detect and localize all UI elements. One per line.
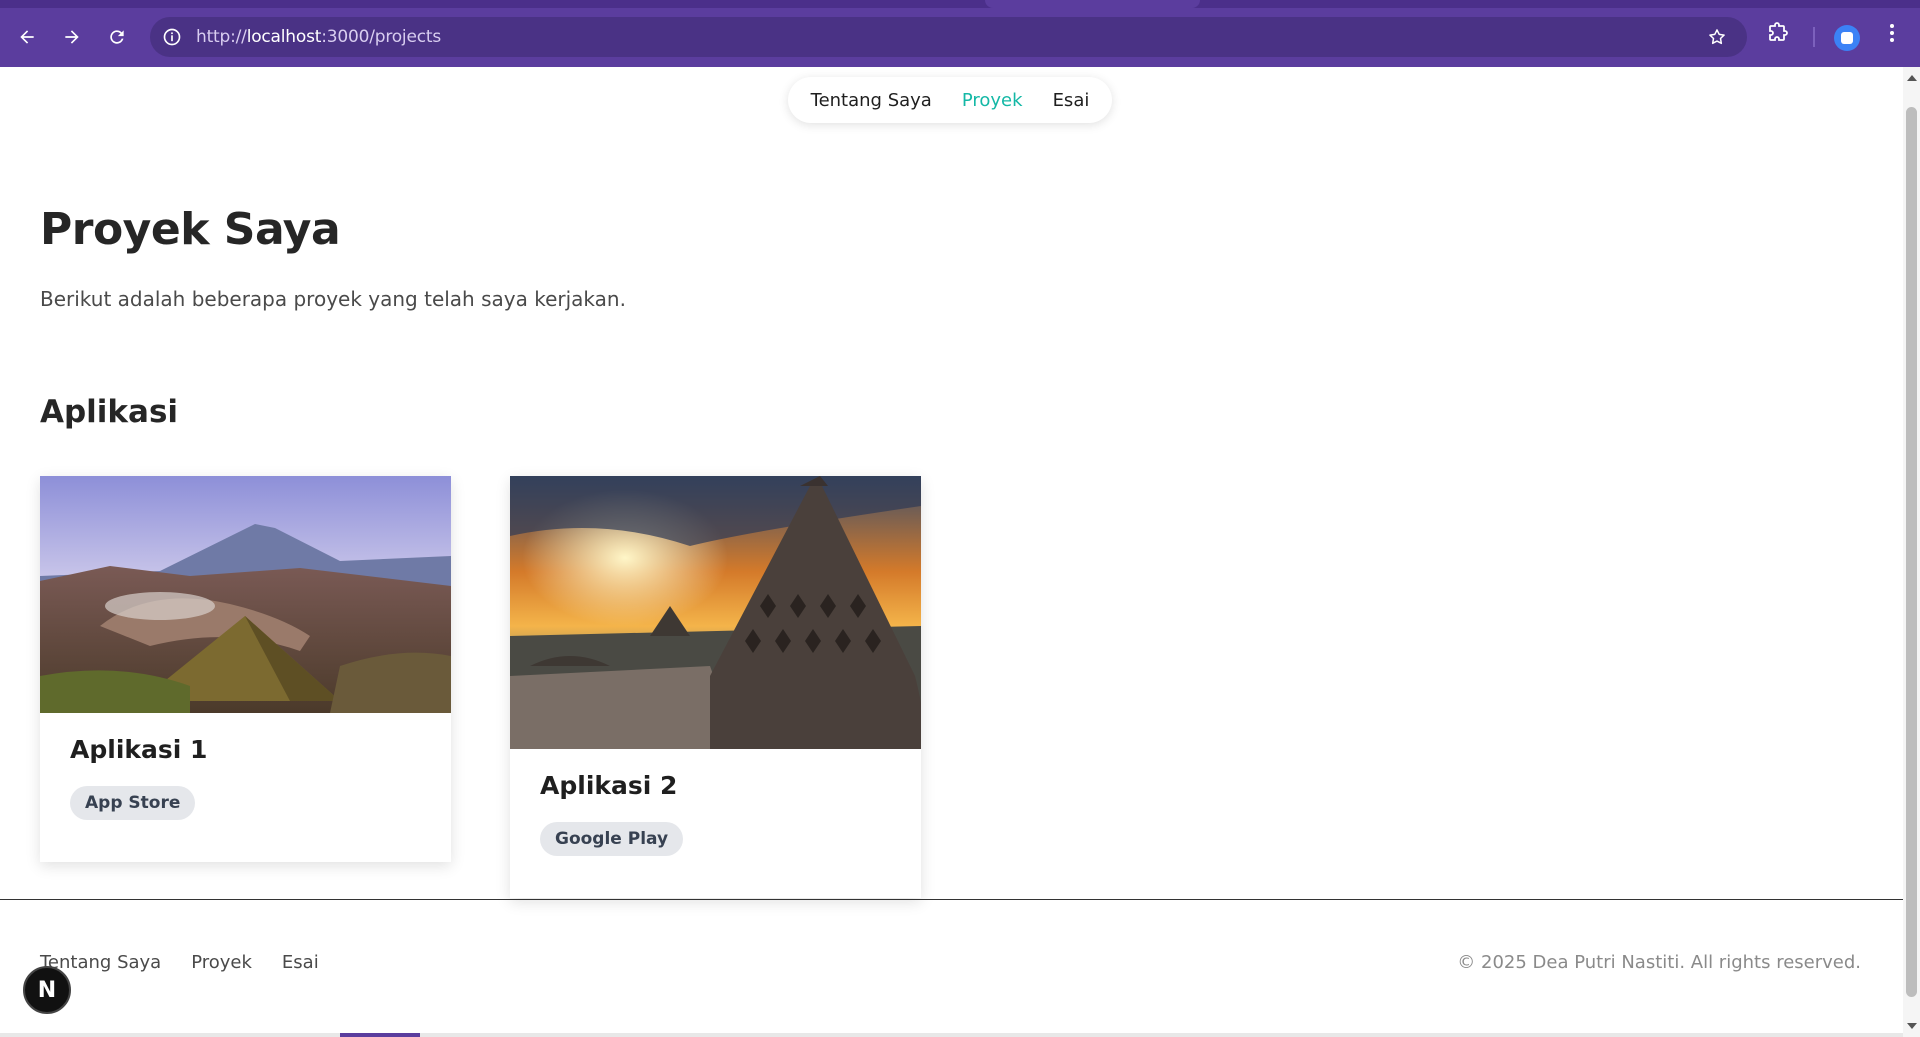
kebab-menu-icon[interactable]	[1880, 21, 1904, 50]
volcano-landscape-image	[40, 476, 451, 713]
platform-badge: App Store	[70, 786, 196, 820]
section-title: Aplikasi	[40, 394, 179, 430]
nav-proyek[interactable]: Proyek	[962, 90, 1023, 111]
platform-badge: Google Play	[540, 822, 684, 856]
scroll-up-arrow-icon[interactable]	[1907, 75, 1917, 81]
page-viewport: Tentang Saya Proyek Esai Proyek Saya Ber…	[0, 67, 1903, 1037]
nextjs-devtools-button[interactable]: N	[23, 966, 71, 1014]
forward-button[interactable]	[56, 21, 88, 53]
card-title[interactable]: Aplikasi 2	[540, 771, 677, 800]
vertical-scrollbar[interactable]	[1903, 67, 1920, 1037]
scrollbar-thumb[interactable]	[1906, 107, 1917, 997]
footer-divider	[0, 899, 1903, 900]
top-navigation: Tentang Saya Proyek Esai	[788, 77, 1112, 123]
footer-link-esai[interactable]: Esai	[282, 952, 319, 973]
project-card-2[interactable]: Aplikasi 2 Google Play	[510, 476, 921, 898]
reload-button[interactable]	[101, 21, 133, 53]
arrow-left-icon	[20, 30, 34, 44]
copyright-text: © 2025 Dea Putri Nastiti. All rights res…	[1457, 952, 1861, 973]
footer-link-proyek[interactable]: Proyek	[191, 952, 252, 973]
nav-esai[interactable]: Esai	[1053, 90, 1090, 111]
profile-avatar[interactable]	[1834, 25, 1860, 51]
url-text: http://localhost:3000/projects	[196, 27, 441, 47]
back-button[interactable]	[11, 21, 43, 53]
page-subtitle: Berikut adalah beberapa proyek yang tela…	[40, 287, 626, 311]
active-tab[interactable]	[985, 0, 1200, 8]
toolbar-separator	[1813, 27, 1815, 47]
site-info-icon[interactable]	[162, 27, 182, 47]
tab-strip	[0, 0, 1920, 8]
extensions-puzzle-icon[interactable]	[1765, 21, 1789, 50]
page-title: Proyek Saya	[40, 204, 341, 255]
footer-links: Tentang Saya Proyek Esai	[40, 952, 319, 973]
nav-tentang-saya[interactable]: Tentang Saya	[811, 90, 932, 111]
temple-stupa-image	[510, 476, 921, 749]
arrow-right-icon	[65, 30, 79, 44]
browser-chrome: http://localhost:3000/projects	[0, 0, 1920, 67]
bottom-taskbar-hint	[0, 1033, 1903, 1037]
project-card-1[interactable]: Aplikasi 1 App Store	[40, 476, 451, 862]
bookmark-star-icon[interactable]	[1707, 27, 1727, 52]
card-title[interactable]: Aplikasi 1	[70, 735, 207, 764]
scroll-down-arrow-icon[interactable]	[1907, 1023, 1917, 1029]
reload-icon	[110, 30, 124, 44]
address-bar[interactable]: http://localhost:3000/projects	[150, 17, 1747, 57]
